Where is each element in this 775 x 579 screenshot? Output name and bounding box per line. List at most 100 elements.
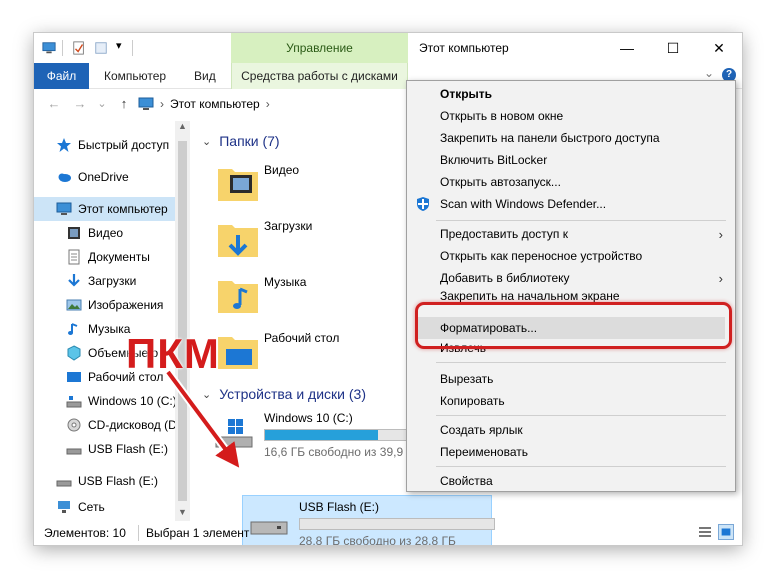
sidebar-item-usb-e-root[interactable]: USB Flash (E:)	[34, 469, 184, 493]
folder-name: Загрузки	[264, 219, 313, 233]
cloud-icon	[58, 173, 71, 182]
scroll-down-icon[interactable]: ▼	[178, 507, 187, 517]
tab-drive-tools[interactable]: Средства работы с дисками	[231, 63, 408, 89]
chevron-down-icon: ⌄	[202, 388, 212, 401]
minimize-button[interactable]: —	[604, 33, 650, 63]
menu-item-bitlocker[interactable]: Включить BitLocker	[407, 149, 735, 171]
drive-free-space: 16,6 ГБ свободно из 39,9 ГБ	[264, 445, 421, 459]
menu-item-give-access[interactable]: Предоставить доступ к ›	[407, 223, 735, 245]
details-view-icon[interactable]	[698, 525, 712, 539]
highlight-box	[415, 302, 732, 349]
downloads-folder-icon	[218, 225, 258, 257]
scrollbar-thumb[interactable]	[178, 141, 187, 501]
sidebar-item-label: Быстрый доступ	[78, 138, 170, 152]
sidebar-item-label: OneDrive	[78, 170, 129, 184]
sidebar-item-label: USB Flash (E:)	[88, 442, 169, 456]
menu-item-create-shortcut[interactable]: Создать ярлык	[407, 419, 735, 441]
sidebar-item-label: Музыка	[88, 322, 131, 336]
context-menu: Открыть Открыть в новом окне Закрепить н…	[406, 80, 736, 492]
menu-item-rename[interactable]: Переименовать	[407, 441, 735, 463]
menu-item-properties[interactable]: Свойства	[407, 470, 735, 492]
menu-item-cut[interactable]: Вырезать	[407, 368, 735, 390]
divider	[132, 40, 133, 56]
tab-computer[interactable]: Компьютер	[92, 63, 178, 89]
status-bar: Элементов: 10 Выбран 1 элемент	[34, 521, 742, 545]
windows-drive-icon	[215, 419, 253, 448]
cd-drive-icon	[67, 418, 81, 432]
sidebar-item-network[interactable]: Сеть	[34, 499, 184, 515]
folder-name: Музыка	[264, 275, 307, 289]
menu-item-add-to-library[interactable]: Добавить в библиотеку ›	[407, 267, 735, 289]
star-icon	[57, 138, 71, 152]
defender-shield-icon	[417, 197, 429, 211]
menu-separator	[436, 415, 726, 416]
sidebar-item-downloads[interactable]: Загрузки	[34, 269, 184, 293]
menu-separator	[436, 220, 726, 221]
desktop-folder-icon	[218, 337, 258, 369]
menu-item-copy[interactable]: Копировать	[407, 390, 735, 412]
minimize-icon: —	[620, 40, 634, 56]
folder-tile-desktop[interactable]: Рабочий стол	[194, 325, 434, 377]
sidebar-item-drive-c[interactable]: Windows 10 (C:)	[34, 389, 184, 413]
back-icon[interactable]: ←	[46, 96, 62, 112]
scroll-up-icon[interactable]: ▲	[178, 121, 187, 131]
tab-view[interactable]: Вид	[182, 63, 228, 89]
close-icon: ✕	[713, 39, 725, 56]
music-folder-icon	[218, 281, 258, 313]
usb-drive-icon	[66, 448, 82, 455]
menu-item-autoplay[interactable]: Открыть автозапуск...	[407, 171, 735, 193]
devices-group-title: Устройства и диски (3)	[219, 386, 366, 402]
drive-name: USB Flash (E:)	[299, 500, 380, 514]
folder-tile-videos[interactable]: Видео	[194, 157, 434, 209]
usb-drive-icon	[56, 480, 72, 487]
menu-item-defender-scan[interactable]: Scan with Windows Defender...	[407, 193, 735, 215]
drive-name: Windows 10 (C:)	[264, 411, 353, 425]
properties-icon[interactable]	[72, 41, 86, 55]
menu-item-open-portable[interactable]: Открыть как переносное устройство	[407, 245, 735, 267]
customize-quick-access-icon[interactable]: ▾	[116, 39, 122, 52]
menu-item-open[interactable]: Открыть	[407, 83, 735, 105]
sidebar-item-cd-drive[interactable]: CD-дисковод (D	[34, 413, 184, 437]
tab-file[interactable]: Файл	[34, 63, 89, 89]
sidebar-item-videos[interactable]: Видео	[34, 221, 184, 245]
folder-tile-music[interactable]: Музыка	[194, 269, 434, 321]
menu-item-open-new-window[interactable]: Открыть в новом окне	[407, 105, 735, 127]
maximize-button[interactable]: ☐	[650, 33, 696, 63]
menu-item-pin-quick-access[interactable]: Закрепить на панели быстрого доступа	[407, 127, 735, 149]
menu-item-pin-start[interactable]: Закрепить на начальном экране	[407, 289, 735, 303]
folder-name: Видео	[264, 163, 300, 177]
divider	[62, 40, 63, 56]
sidebar-item-onedrive[interactable]: OneDrive	[34, 165, 184, 189]
title-bar: ▾ Управление Этот компьютер — ☐ ✕	[34, 33, 742, 63]
address-bar[interactable]: › Этот компьютер ›	[138, 93, 438, 115]
status-item-count: Элементов: 10	[44, 526, 126, 540]
sidebar-item-quick-access[interactable]: Быстрый доступ	[34, 133, 184, 157]
sidebar-item-label: Загрузки	[88, 274, 137, 288]
maximize-icon: ☐	[666, 39, 680, 56]
sidebar-item-label: USB Flash (E:)	[78, 474, 159, 488]
breadcrumb-this-pc[interactable]: Этот компьютер	[170, 97, 260, 111]
music-icon	[68, 323, 78, 335]
new-folder-icon[interactable]	[94, 41, 108, 55]
document-icon	[68, 249, 80, 265]
devices-group-header[interactable]: ⌄ Устройства и диски (3)	[202, 386, 366, 402]
forward-icon[interactable]: →	[72, 96, 88, 112]
large-icons-view-icon[interactable]	[718, 524, 734, 540]
recent-locations-icon[interactable]: ⌄	[94, 96, 110, 112]
expand-ribbon-icon[interactable]: ⌄	[704, 66, 714, 80]
menu-item-label: Предоставить доступ к	[440, 227, 568, 241]
sidebar-item-usb-e[interactable]: USB Flash (E:)	[34, 437, 184, 461]
download-icon	[68, 274, 80, 287]
network-icon	[58, 501, 70, 513]
sidebar-item-pictures[interactable]: Изображения	[34, 293, 184, 317]
up-icon[interactable]: ↑	[116, 96, 132, 112]
sidebar-item-label: Видео	[88, 226, 124, 240]
folder-tile-downloads[interactable]: Загрузки	[194, 213, 434, 265]
folders-group-header[interactable]: ⌄ Папки (7)	[202, 133, 280, 149]
sidebar-scrollbar[interactable]: ▲ ▼	[175, 121, 190, 521]
sidebar-item-documents[interactable]: Документы	[34, 245, 184, 269]
sidebar-item-label: Windows 10 (C:)	[88, 394, 177, 408]
close-button[interactable]: ✕	[696, 33, 742, 63]
menu-separator	[436, 466, 726, 467]
sidebar-item-this-pc[interactable]: Этот компьютер	[34, 197, 184, 221]
